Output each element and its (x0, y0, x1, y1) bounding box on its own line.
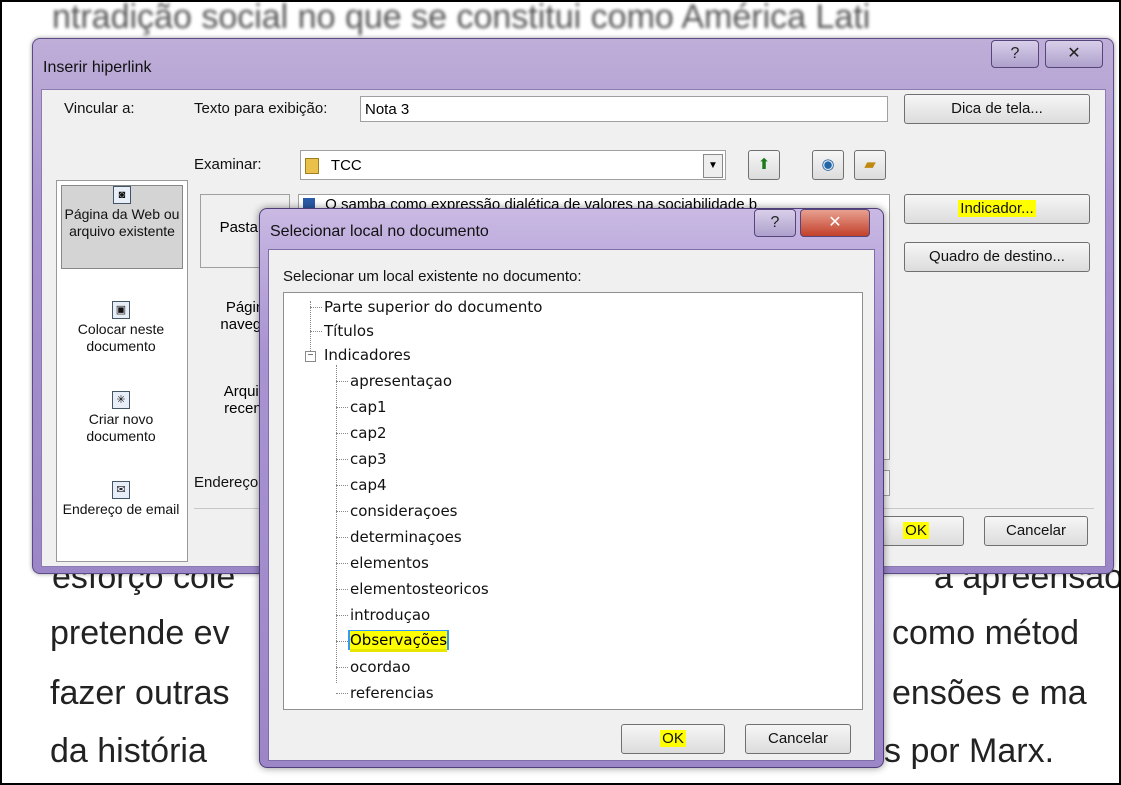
tree-connector (336, 459, 348, 460)
bookmark-button-label: Indicador... (958, 200, 1036, 217)
select-ok-label: OK (660, 730, 686, 747)
collapse-icon[interactable]: − (305, 351, 316, 362)
folder-icon (305, 158, 319, 175)
select-prompt: Selecionar um local existente no documen… (283, 268, 582, 285)
tree-item-bookmarks[interactable]: Indicadores (324, 345, 411, 365)
web-page-icon: ◙ (113, 186, 131, 204)
link-item-web-page[interactable]: ◙ Página da Web ou arquivo existente (61, 185, 183, 269)
tree-connector (336, 485, 348, 486)
cancel-button[interactable]: Cancelar (984, 516, 1088, 546)
help-button[interactable]: ? (991, 40, 1039, 68)
up-folder-icon: ⬆ (757, 156, 771, 173)
tree-connector (336, 615, 348, 616)
tree-connector (336, 641, 348, 642)
target-frame-button[interactable]: Quadro de destino... (904, 242, 1090, 272)
select-place-dialog: Selecionar local no documento ? ✕ Seleci… (259, 208, 884, 768)
tree-item-headings[interactable]: Títulos (324, 321, 374, 341)
bookmark-button[interactable]: Indicador... (904, 194, 1090, 224)
display-text-input[interactable]: Nota 3 (360, 96, 888, 122)
tree-connector (336, 365, 337, 683)
link-item-new-document[interactable]: ✳ Criar novo documento (61, 391, 181, 461)
doc-line-4: como métod (892, 614, 1080, 652)
link-item-label: Página da Web ou arquivo existente (64, 206, 180, 239)
link-item-label: Colocar neste documento (77, 321, 165, 354)
link-item-label: Endereço de email (62, 501, 180, 517)
doc-text-blurred-top: ntradição social no que se constitui com… (52, 0, 871, 36)
bookmark-item[interactable]: cap4 (350, 475, 387, 495)
new-document-icon: ✳ (112, 391, 130, 409)
bookmark-item[interactable]: elementos (350, 553, 429, 573)
link-to-bar: ◙ Página da Web ou arquivo existente ▣ C… (56, 180, 188, 562)
link-to-label: Vincular a: (64, 100, 135, 117)
doc-line-6: ensões e ma (892, 674, 1087, 712)
tree-connector (336, 433, 348, 434)
email-icon: ✉ (112, 481, 130, 499)
browse-combobox[interactable]: TCC ▼ (300, 150, 726, 180)
browse-value: TCC (330, 157, 362, 174)
select-dialog-title: Selecionar local no documento (270, 223, 489, 240)
chevron-down-icon[interactable]: ▼ (703, 154, 723, 178)
ok-button-label: OK (903, 522, 929, 539)
open-folder-icon: ▰ (864, 156, 876, 173)
screenshot-frame: ntradição social no que se constitui com… (0, 0, 1121, 785)
bookmark-item[interactable]: ocordao (350, 657, 410, 677)
browse-label: Examinar: (194, 156, 262, 173)
tree-connector (310, 301, 311, 353)
select-help-button[interactable]: ? (754, 209, 796, 237)
tree-connector (336, 589, 348, 590)
tree-connector (336, 563, 348, 564)
bookmark-item[interactable]: apresentaçao (350, 371, 452, 391)
tree-connector (336, 511, 348, 512)
tree-connector (310, 331, 322, 332)
bookmark-item[interactable]: elementosteoricos (350, 579, 489, 599)
close-button[interactable]: ✕ (1045, 40, 1103, 68)
doc-line-3: pretende ev (50, 614, 230, 652)
tree-connector (336, 693, 348, 694)
select-dialog-body: Selecionar um local existente no documen… (268, 249, 875, 761)
select-cancel-button[interactable]: Cancelar (745, 724, 851, 754)
screen-tip-button[interactable]: Dica de tela... (904, 94, 1090, 124)
bookmark-item[interactable]: referencias (350, 683, 434, 703)
address-label: Endereço (194, 474, 259, 491)
select-ok-button[interactable]: OK (621, 724, 725, 754)
tree-connector (310, 307, 322, 308)
bookmark-item[interactable]: consideraçoes (350, 501, 458, 521)
tree-item-top-of-document[interactable]: Parte superior do documento (324, 297, 542, 317)
place-in-document-icon: ▣ (112, 301, 130, 319)
bookmark-item[interactable]: determinaçoes (350, 527, 462, 547)
select-close-button[interactable]: ✕ (800, 209, 870, 237)
doc-line-8: s por Marx. (884, 732, 1055, 770)
link-item-label: Criar novo documento (86, 411, 156, 444)
bookmark-item[interactable]: cap1 (350, 397, 387, 417)
display-text-label: Texto para exibição: (194, 100, 328, 117)
dialog-title: Inserir hiperlink (43, 59, 152, 76)
link-item-place-in-document[interactable]: ▣ Colocar neste documento (61, 301, 181, 371)
bookmark-item[interactable]: cap3 (350, 449, 387, 469)
selected-bookmark-label: Observações (350, 631, 448, 652)
tree-connector (336, 407, 348, 408)
browse-file-button[interactable]: ▰ (854, 150, 886, 180)
browse-web-button[interactable]: ◉ (812, 150, 844, 180)
bookmark-item[interactable]: cap2 (350, 423, 387, 443)
tree-connector (336, 381, 348, 382)
bookmark-item-selected[interactable]: Observações (348, 630, 450, 652)
bookmark-item[interactable]: introduçao (350, 605, 430, 625)
doc-line-7: da história (50, 732, 207, 770)
document-location-tree[interactable]: Parte superior do documento Títulos − In… (283, 292, 863, 710)
tree-connector (336, 537, 348, 538)
tree-connector (336, 667, 348, 668)
doc-line-5: fazer outras (50, 674, 230, 712)
link-item-email[interactable]: ✉ Endereço de email (61, 481, 181, 551)
globe-search-icon: ◉ (821, 156, 835, 173)
up-folder-button[interactable]: ⬆ (748, 150, 780, 180)
